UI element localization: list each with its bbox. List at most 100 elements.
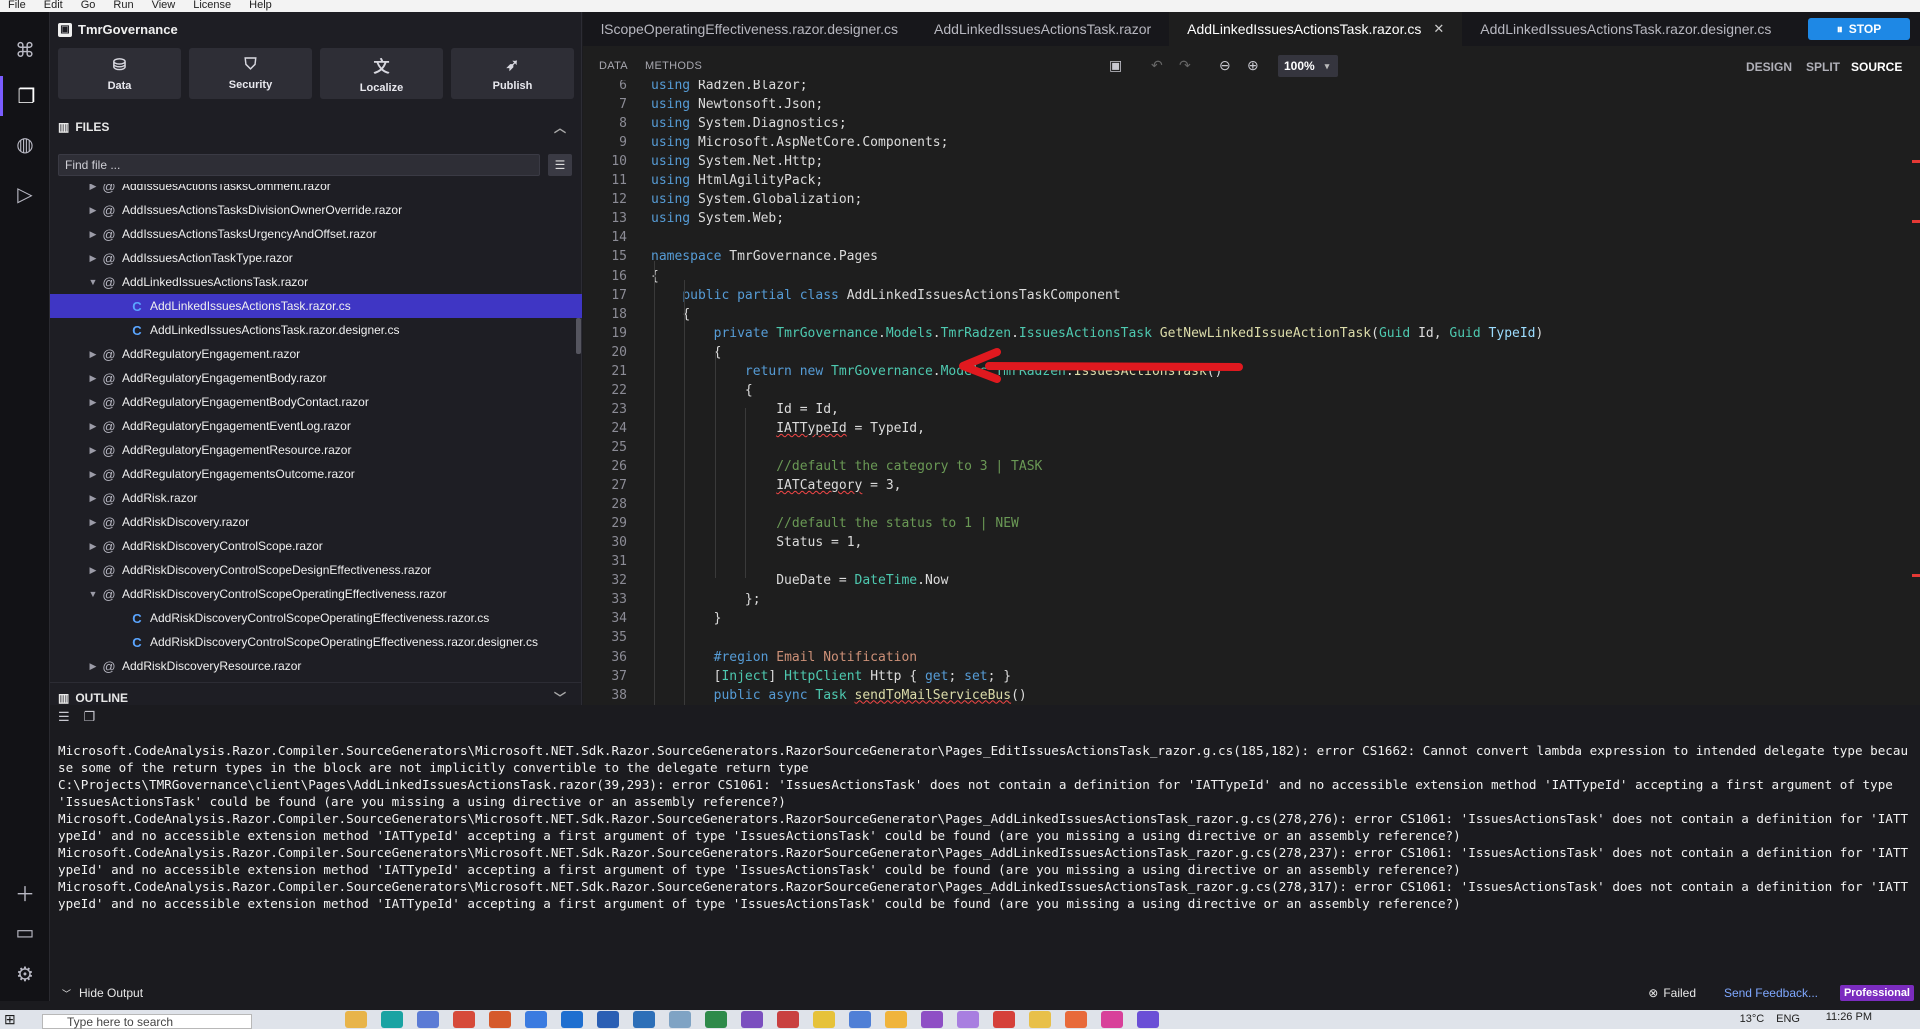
zoom-select[interactable]: 100% ▾ [1278,55,1338,77]
methods-tab[interactable]: METHODS [645,60,702,72]
chevron-right-icon[interactable]: ▶ [86,229,100,240]
error-marker[interactable] [1912,574,1920,577]
file-tree-item[interactable]: ▶ @ AddRisk.razor [50,486,582,510]
stop-button[interactable]: ⏸ STOP [1808,18,1910,40]
chevron-right-icon[interactable]: ▶ [86,397,100,408]
chevron-right-icon[interactable]: ▶ [86,421,100,432]
data-tab[interactable]: DATA [599,60,628,72]
app-icon[interactable] [525,1011,547,1028]
chevron-right-icon[interactable]: ▶ [86,184,100,192]
send-feedback-link[interactable]: Send Feedback... [1724,986,1818,1000]
app-icon[interactable] [777,1011,799,1028]
hide-output-button[interactable]: ﹀ Hide Output [62,986,143,1000]
publish-button[interactable]: ➶ Publish [451,48,574,99]
file-tree-item[interactable]: ▶ @ AddRegulatoryEngagementBody.razor [50,366,582,390]
chevron-down-icon[interactable]: ﹀ [554,689,566,706]
themes-icon[interactable]: ◍ [0,124,50,164]
chevron-right-icon[interactable]: ▶ [86,661,100,672]
teams-icon[interactable] [417,1011,439,1028]
file-tree-item[interactable]: C AddRiskDiscoveryControlScopeOperatingEf… [50,606,582,630]
file-tree-item[interactable]: C AddLinkedIssuesActionsTask.razor.cs [50,294,582,318]
chevron-right-icon[interactable]: ▶ [86,445,100,456]
app-icon[interactable] [849,1011,871,1028]
list-icon[interactable]: ☰ [58,709,70,725]
app-icon[interactable] [633,1011,655,1028]
file-tree-item[interactable]: ▶ @ AddIssuesActionsTasksDivisionOwnerOver… [50,198,582,222]
add-icon[interactable]: ＋ [0,872,50,912]
components-icon[interactable]: ⌘ [0,30,50,70]
chevron-right-icon[interactable]: ▶ [86,373,100,384]
split-view-button[interactable]: SPLIT [1806,60,1840,74]
chevron-right-icon[interactable]: ▶ [86,253,100,264]
word-icon[interactable] [597,1011,619,1028]
editor-tab[interactable]: AddLinkedIssuesActionsTask.razor.cs ✕ [1169,12,1463,46]
chevron-right-icon[interactable]: ▶ [86,517,100,528]
file-tree-scrollbar[interactable] [576,318,581,354]
menu-item[interactable]: Run [113,0,133,12]
taskbar-search-input[interactable]: Type here to search [42,1014,252,1029]
find-file-input[interactable]: Find file ... [58,154,540,176]
edge-icon[interactable] [381,1011,403,1028]
input-language[interactable]: ENG [1776,1013,1800,1025]
app-icon[interactable] [813,1011,835,1028]
undo-icon[interactable]: ↶ [1151,57,1163,74]
settings-icon[interactable]: ⚙ [0,954,50,994]
zoom-out-icon[interactable]: ⊖ [1219,57,1231,74]
file-tree-item[interactable]: ▶ @ AddIssuesActionsTasksUrgencyAndOffset.… [50,222,582,246]
data-button[interactable]: ⛁ Data [58,48,181,99]
chevron-right-icon[interactable]: ▶ [86,205,100,216]
file-explorer-icon[interactable] [345,1011,367,1028]
menu-item[interactable]: Help [249,0,272,12]
files-section-header[interactable]: ▥ FILES ︿ [50,112,582,142]
visual-studio-icon[interactable] [921,1011,943,1028]
chevron-down-icon[interactable]: ▼ [86,589,100,599]
file-tree-item[interactable]: C AddLinkedIssuesActionsTask.razor.design… [50,318,582,342]
filter-tree-button[interactable]: ☰ [548,154,572,176]
app-icon[interactable] [741,1011,763,1028]
menu-item[interactable]: License [193,0,231,12]
file-tree-item[interactable]: ▶ @ AddRiskDiscoveryResource.razor [50,654,582,678]
editor-tab[interactable]: AddLinkedIssuesActionsTask.razor.designe… [1462,12,1789,46]
chrome-icon[interactable] [453,1011,475,1028]
chevron-right-icon[interactable]: ▶ [86,493,100,504]
app-icon[interactable] [1137,1011,1159,1028]
file-tree-item[interactable]: ▶ @ AddRegulatoryEngagementResource.razor [50,438,582,462]
menu-item[interactable]: Edit [44,0,63,12]
editor-tab[interactable]: lScopeOperatingEffectiveness.razor.desig… [583,12,916,46]
file-tree-item[interactable]: ▶ @ AddRiskDiscovery.razor [50,510,582,534]
file-tree-item[interactable]: ▼ @ AddRiskDiscoveryControlScopeOperatingE… [50,582,582,606]
file-tree-item[interactable]: ▶ @ AddIssuesActionTaskType.razor [50,246,582,270]
design-view-button[interactable]: DESIGN [1746,60,1792,74]
menu-item[interactable]: File [8,0,26,12]
file-tree-item[interactable]: ▶ @ AddRiskDiscoveryControlScopeDesignEffe… [50,558,582,582]
file-tree-item[interactable]: ▶ @ AddRiskDiscoveryControlScope.razor [50,534,582,558]
folder-icon[interactable]: ▭ [0,912,50,952]
menu-item[interactable]: Go [81,0,96,12]
file-tree-item[interactable]: ▶ @ AddIssuesActionsTasksComment.razor [50,184,582,198]
radzen-icon[interactable] [993,1011,1015,1028]
file-tree-item[interactable]: ▶ @ AddRegulatoryEngagementBodyContact.raz… [50,390,582,414]
save-icon[interactable]: ▣ [1109,57,1122,74]
close-icon[interactable]: ✕ [1433,21,1444,37]
windows-start-icon[interactable]: ⊞ [4,1012,20,1027]
chevron-down-icon[interactable]: ▼ [86,277,100,287]
file-tree-item[interactable]: ▶ @ AddRegulatoryEngagementsOutcome.razor [50,462,582,486]
localize-button[interactable]: 文 Localize [320,48,443,99]
app-icon[interactable] [669,1011,691,1028]
error-marker[interactable] [1912,160,1920,163]
app-icon[interactable] [1065,1011,1087,1028]
chevron-right-icon[interactable]: ▶ [86,469,100,480]
security-button[interactable]: ⛉ Security [189,48,312,99]
app-icon[interactable] [885,1011,907,1028]
file-tree-item[interactable]: ▶ @ AddRegulatoryEngagementEventLog.razor [50,414,582,438]
source-view-button[interactable]: SOURCE [1851,60,1902,74]
outlook-icon[interactable] [561,1011,583,1028]
app-icon[interactable] [1101,1011,1123,1028]
redo-icon[interactable]: ↷ [1179,57,1191,74]
chevron-right-icon[interactable]: ▶ [86,565,100,576]
app-icon[interactable] [1029,1011,1051,1028]
file-tree-item[interactable]: ▶ @ AddRegulatoryEngagement.razor [50,342,582,366]
clock[interactable]: 11:26 PM [1826,1011,1872,1023]
file-tree-item[interactable]: ▼ @ AddLinkedIssuesActionsTask.razor [50,270,582,294]
menu-item[interactable]: View [152,0,176,12]
